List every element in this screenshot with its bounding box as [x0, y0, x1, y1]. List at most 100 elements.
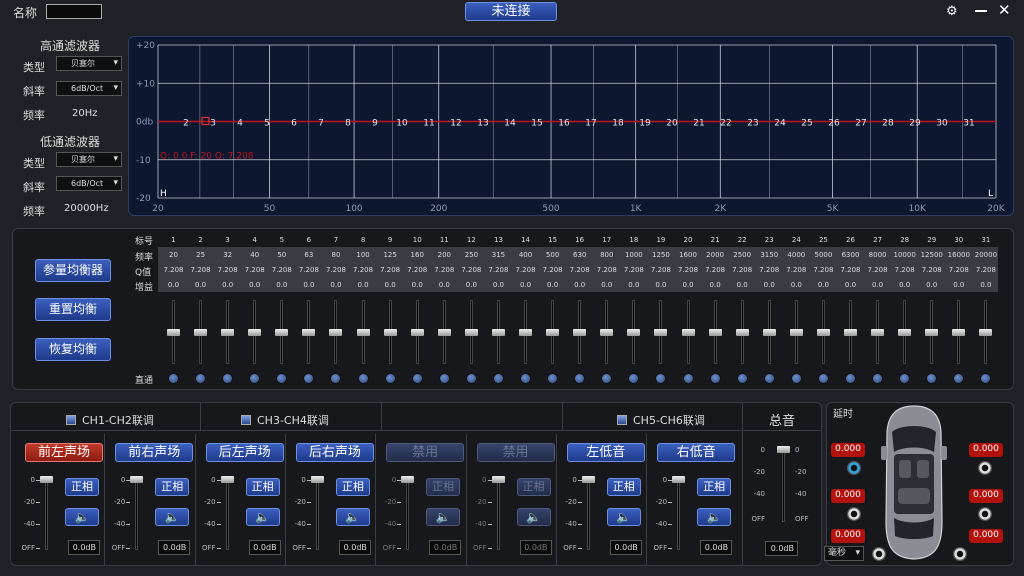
- band-gain[interactable]: 0.0: [918, 281, 945, 289]
- band-freq[interactable]: 250: [458, 251, 485, 259]
- band-bypass-toggle[interactable]: [763, 373, 775, 384]
- band-gain[interactable]: 0.0: [620, 281, 647, 289]
- speaker-mute-icon[interactable]: 🔈: [697, 508, 732, 526]
- band-bypass-toggle[interactable]: [492, 373, 504, 384]
- channel-volume-value[interactable]: 0.0dB: [700, 540, 733, 555]
- minimize-icon[interactable]: [975, 10, 987, 12]
- channel-volume-slider-thumb[interactable]: [672, 476, 686, 483]
- band-q[interactable]: 7.208: [810, 266, 837, 274]
- speaker-sub-right-icon[interactable]: [953, 547, 967, 561]
- band-gain[interactable]: 0.0: [214, 281, 241, 289]
- band-gain-slider-thumb[interactable]: [654, 329, 668, 336]
- channel-volume-slider-thumb[interactable]: [40, 476, 53, 483]
- band-bypass-toggle[interactable]: [736, 373, 748, 384]
- band-bypass-toggle[interactable]: [817, 373, 829, 384]
- link-ch1-ch2-checkbox[interactable]: [66, 415, 76, 425]
- band-q[interactable]: 7.208: [458, 266, 485, 274]
- band-q[interactable]: 7.208: [891, 266, 918, 274]
- link-ch5-ch6-checkbox[interactable]: [617, 415, 627, 425]
- band-q[interactable]: 7.208: [485, 266, 512, 274]
- channel-phase-button[interactable]: 正相: [606, 478, 641, 496]
- channel-volume-value[interactable]: 0.0dB: [519, 540, 552, 555]
- band-gain[interactable]: 0.0: [702, 281, 729, 289]
- band-gain-slider-thumb[interactable]: [194, 329, 208, 336]
- link-ch1-ch2[interactable]: CH1-CH2联调: [66, 412, 154, 428]
- band-q[interactable]: 7.208: [918, 266, 945, 274]
- band-gain[interactable]: 0.0: [187, 281, 214, 289]
- delay-front-left[interactable]: 0.000: [831, 443, 865, 457]
- channel-phase-button[interactable]: 正相: [335, 478, 370, 496]
- speaker-front-right-icon[interactable]: [978, 461, 992, 475]
- delay-sub-right[interactable]: 0.000: [969, 529, 1003, 543]
- band-gain-slider-thumb[interactable]: [627, 329, 641, 336]
- gear-icon[interactable]: ⚙: [946, 4, 958, 19]
- highpass-type-select[interactable]: 贝塞尔: [56, 56, 122, 71]
- band-freq[interactable]: 160: [404, 251, 431, 259]
- channel-name-button[interactable]: 后右声场: [295, 443, 374, 462]
- band-q[interactable]: 7.208: [566, 266, 593, 274]
- band-freq[interactable]: 20: [160, 251, 187, 259]
- delay-sub-left[interactable]: 0.000: [831, 529, 865, 543]
- speaker-mute-icon[interactable]: 🔈: [155, 508, 190, 526]
- channel-volume-slider-thumb[interactable]: [581, 476, 595, 483]
- band-gain-slider-thumb[interactable]: [735, 329, 749, 336]
- channel-name-button[interactable]: 禁用: [386, 443, 465, 462]
- speaker-mute-icon[interactable]: 🔈: [516, 508, 551, 526]
- band-freq[interactable]: 32: [214, 251, 241, 259]
- band-q[interactable]: 7.208: [756, 266, 783, 274]
- band-gain-slider-thumb[interactable]: [491, 329, 505, 336]
- band-gain-slider-thumb[interactable]: [898, 329, 912, 336]
- band-gain-slider-thumb[interactable]: [329, 329, 343, 336]
- name-input[interactable]: [46, 4, 102, 19]
- band-freq[interactable]: 1600: [675, 251, 702, 259]
- band-gain-slider-thumb[interactable]: [925, 329, 939, 336]
- band-bypass-toggle[interactable]: [682, 373, 694, 384]
- band-gain-slider-thumb[interactable]: [519, 329, 533, 336]
- band-bypass-toggle[interactable]: [520, 373, 532, 384]
- band-freq[interactable]: 315: [485, 251, 512, 259]
- band-q[interactable]: 7.208: [539, 266, 566, 274]
- band-bypass-toggle[interactable]: [872, 373, 884, 384]
- band-gain[interactable]: 0.0: [512, 281, 539, 289]
- band-gain[interactable]: 0.0: [593, 281, 620, 289]
- band-gain[interactable]: 0.0: [972, 281, 999, 289]
- master-volume-slider-thumb[interactable]: [777, 446, 790, 453]
- band-gain-slider-thumb[interactable]: [437, 329, 451, 336]
- highpass-slope-select[interactable]: 6dB/Oct: [56, 81, 122, 96]
- link-ch3-ch4[interactable]: CH3-CH4联调: [241, 412, 329, 428]
- band-bypass-toggle[interactable]: [438, 373, 450, 384]
- band-gain-slider-thumb[interactable]: [573, 329, 587, 336]
- band-q[interactable]: 7.208: [512, 266, 539, 274]
- channel-name-button[interactable]: 前右声场: [115, 443, 194, 462]
- reset-eq-button[interactable]: 重置均衡: [35, 298, 111, 321]
- band-q[interactable]: 7.208: [322, 266, 349, 274]
- band-q[interactable]: 7.208: [214, 266, 241, 274]
- band-gain[interactable]: 0.0: [891, 281, 918, 289]
- band-q[interactable]: 7.208: [350, 266, 377, 274]
- band-freq[interactable]: 1000: [620, 251, 647, 259]
- channel-volume-slider-thumb[interactable]: [491, 476, 505, 483]
- band-q[interactable]: 7.208: [837, 266, 864, 274]
- band-freq[interactable]: 2000: [702, 251, 729, 259]
- band-gain-slider-thumb[interactable]: [356, 329, 370, 336]
- band-gain-slider-thumb[interactable]: [410, 329, 424, 336]
- channel-phase-button[interactable]: 正相: [245, 478, 280, 496]
- speaker-mute-icon[interactable]: 🔈: [65, 508, 99, 526]
- band-q[interactable]: 7.208: [864, 266, 891, 274]
- close-icon[interactable]: ✕: [998, 1, 1011, 19]
- band-freq[interactable]: 800: [593, 251, 620, 259]
- band-freq[interactable]: 40: [241, 251, 268, 259]
- band-freq[interactable]: 4000: [783, 251, 810, 259]
- band-q[interactable]: 7.208: [945, 266, 972, 274]
- band-gain[interactable]: 0.0: [485, 281, 512, 289]
- band-gain[interactable]: 0.0: [729, 281, 756, 289]
- channel-volume-value[interactable]: 0.0dB: [68, 540, 100, 555]
- band-gain[interactable]: 0.0: [295, 281, 322, 289]
- band-gain[interactable]: 0.0: [864, 281, 891, 289]
- band-gain[interactable]: 0.0: [268, 281, 295, 289]
- channel-name-button[interactable]: 后左声场: [205, 443, 284, 462]
- band-q[interactable]: 7.208: [593, 266, 620, 274]
- speaker-mute-icon[interactable]: 🔈: [335, 508, 370, 526]
- band-bypass-toggle[interactable]: [357, 373, 369, 384]
- highpass-freq-value[interactable]: 20Hz: [72, 108, 98, 119]
